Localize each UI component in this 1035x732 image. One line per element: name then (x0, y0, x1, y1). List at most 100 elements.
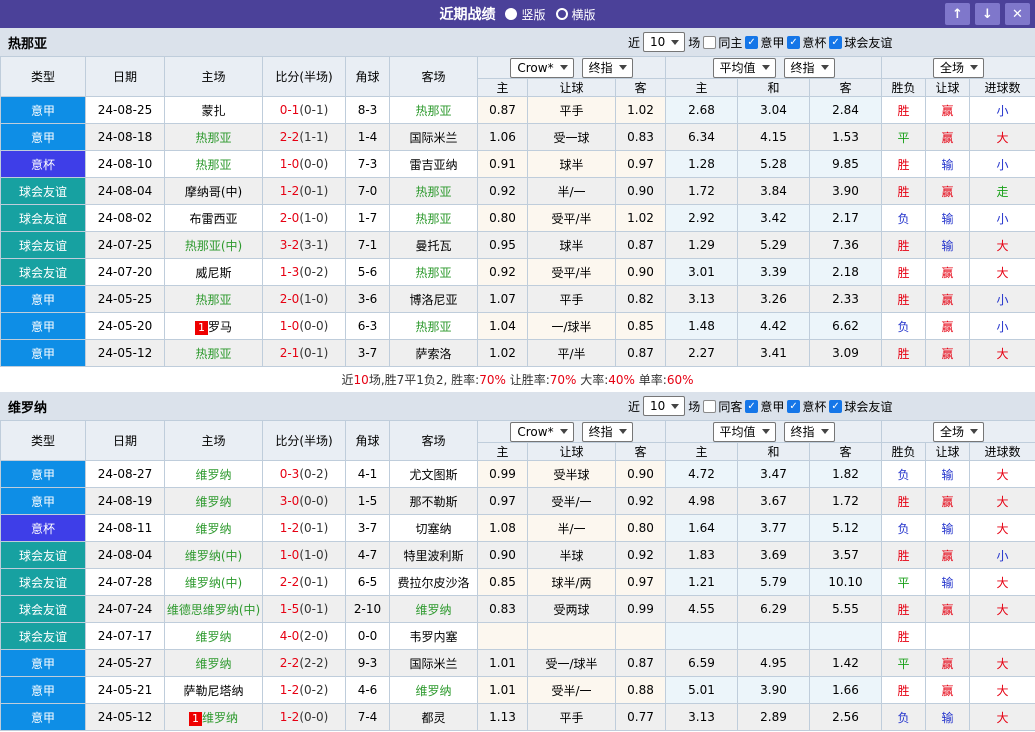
league-friendly-checkbox[interactable]: 球会友谊 (829, 34, 892, 51)
corner-score: 3-7 (346, 515, 390, 542)
score: 1-3(0-2) (263, 259, 346, 286)
fulltime-select-group: 全场 (882, 421, 1035, 443)
league-cup-checkbox[interactable]: 意杯 (787, 34, 826, 51)
result-goals: 小 (970, 542, 1035, 569)
score: 0-1(0-1) (263, 97, 346, 124)
result-goals: 大 (970, 515, 1035, 542)
odds-home: 0.99 (478, 461, 528, 488)
result-handicap: 输 (926, 515, 970, 542)
same-home-checkbox[interactable]: 同主 (703, 34, 742, 51)
league-badge: 意甲 (1, 286, 86, 313)
checkbox-icon[interactable] (829, 400, 842, 413)
close-button[interactable]: ✕ (1005, 3, 1030, 25)
filter-unit-label: 场 (688, 34, 700, 51)
same-away-checkbox[interactable]: 同客 (703, 398, 742, 415)
odds-stage-select[interactable]: 终指 (582, 58, 633, 78)
radio-selected-icon[interactable] (505, 8, 517, 20)
home-team: 摩纳哥(中) (165, 178, 263, 205)
bookmaker-select-group: Crow* 终指 (478, 421, 666, 443)
result-winloss: 胜 (882, 97, 926, 124)
col-header-home: 主场 (165, 57, 263, 97)
away-team: 博洛尼亚 (390, 286, 478, 313)
league-seriea-checkbox[interactable]: 意甲 (745, 398, 784, 415)
match-date: 24-05-20 (86, 313, 165, 340)
checkbox-icon[interactable] (745, 400, 758, 413)
odds-away: 1.02 (616, 97, 666, 124)
avg-draw-odds: 3.67 (738, 488, 810, 515)
avg-away-odds: 10.10 (810, 569, 882, 596)
odds-away: 0.97 (616, 569, 666, 596)
odds-stage-select[interactable]: 终指 (582, 422, 633, 442)
away-team: 国际米兰 (390, 124, 478, 151)
avg-draw-odds: 5.29 (738, 232, 810, 259)
chevron-down-icon (619, 65, 627, 70)
scroll-down-button[interactable]: ↓ (975, 3, 1000, 25)
home-team: 维罗纳 (165, 650, 263, 677)
summary-segment: 70% (479, 373, 506, 387)
result-handicap: 输 (926, 569, 970, 596)
result-goals: 大 (970, 232, 1035, 259)
avg-home-odds: 4.72 (666, 461, 738, 488)
checkbox-icon[interactable] (703, 400, 716, 413)
layout-radio-vertical[interactable]: 竖版 (505, 6, 545, 23)
home-team: 热那亚 (165, 124, 263, 151)
result-winloss: 负 (882, 515, 926, 542)
avg-stage-select[interactable]: 终指 (784, 422, 835, 442)
radio-unselected-icon[interactable] (556, 8, 568, 20)
result-winloss: 平 (882, 569, 926, 596)
summary-segment: 场,胜7平1负2, 胜率: (369, 371, 479, 388)
filter-bar: 近 10 场 同客 意甲 意杯 球会友谊 (628, 396, 892, 416)
bookmaker-select[interactable]: Crow* (510, 422, 573, 442)
result-goals: 大 (970, 340, 1035, 367)
checkbox-icon[interactable] (787, 400, 800, 413)
handicap-line (528, 623, 616, 650)
odds-home: 0.97 (478, 488, 528, 515)
match-date: 24-07-17 (86, 623, 165, 650)
league-friendly-checkbox[interactable]: 球会友谊 (829, 398, 892, 415)
result-handicap: 赢 (926, 677, 970, 704)
avg-draw-odds: 3.39 (738, 259, 810, 286)
layout-radio-horizontal[interactable]: 横版 (556, 6, 596, 23)
checkbox-icon[interactable] (745, 36, 758, 49)
league-seriea-checkbox[interactable]: 意甲 (745, 34, 784, 51)
summary-segment: 大率: (576, 371, 608, 388)
avg-draw-odds: 3.90 (738, 677, 810, 704)
odds-away: 0.87 (616, 650, 666, 677)
avg-away-odds: 2.33 (810, 286, 882, 313)
checkbox-icon[interactable] (703, 36, 716, 49)
checkbox-icon[interactable] (787, 36, 800, 49)
handicap-line: 半/一 (528, 178, 616, 205)
score: 3-2(3-1) (263, 232, 346, 259)
result-handicap: 赢 (926, 542, 970, 569)
score: 1-2(0-1) (263, 178, 346, 205)
avg-stage-select[interactable]: 终指 (784, 58, 835, 78)
avg-home-odds: 1.28 (666, 151, 738, 178)
match-row: 球会友谊 24-07-25 热那亚(中) 3-2(3-1) 7-1 曼托瓦 0.… (1, 232, 1035, 259)
odds-home: 0.95 (478, 232, 528, 259)
titlebar: 近期战绩 竖版 横版 ↑ ↓ ✕ (0, 0, 1035, 28)
handicap-line: 受平/半 (528, 205, 616, 232)
match-row: 意甲 24-05-25 热那亚 2-0(1-0) 3-6 博洛尼亚 1.07 平… (1, 286, 1035, 313)
bookmaker-select[interactable]: Crow* (510, 58, 573, 78)
scroll-up-button[interactable]: ↑ (945, 3, 970, 25)
result-winloss: 胜 (882, 488, 926, 515)
home-team: 维罗纳(中) (165, 569, 263, 596)
average-select[interactable]: 平均值 (713, 58, 776, 78)
fulltime-select[interactable]: 全场 (933, 422, 984, 442)
avg-draw-odds (738, 623, 810, 650)
average-select[interactable]: 平均值 (713, 422, 776, 442)
match-count-select[interactable]: 10 (643, 32, 685, 52)
checkbox-icon[interactable] (829, 36, 842, 49)
fulltime-select[interactable]: 全场 (933, 58, 984, 78)
odds-home: 0.91 (478, 151, 528, 178)
title-group: 近期战绩 竖版 横版 (439, 4, 595, 24)
match-row: 球会友谊 24-08-02 布雷西亚 2-0(1-0) 1-7 热那亚 0.80… (1, 205, 1035, 232)
result-winloss: 胜 (882, 151, 926, 178)
league-cup-checkbox[interactable]: 意杯 (787, 398, 826, 415)
league-badge: 球会友谊 (1, 542, 86, 569)
match-count-select[interactable]: 10 (643, 396, 685, 416)
match-date: 24-05-27 (86, 650, 165, 677)
col-header-avg-away: 客 (810, 443, 882, 461)
league-badge: 意甲 (1, 488, 86, 515)
col-header-odds-home: 主 (478, 79, 528, 97)
